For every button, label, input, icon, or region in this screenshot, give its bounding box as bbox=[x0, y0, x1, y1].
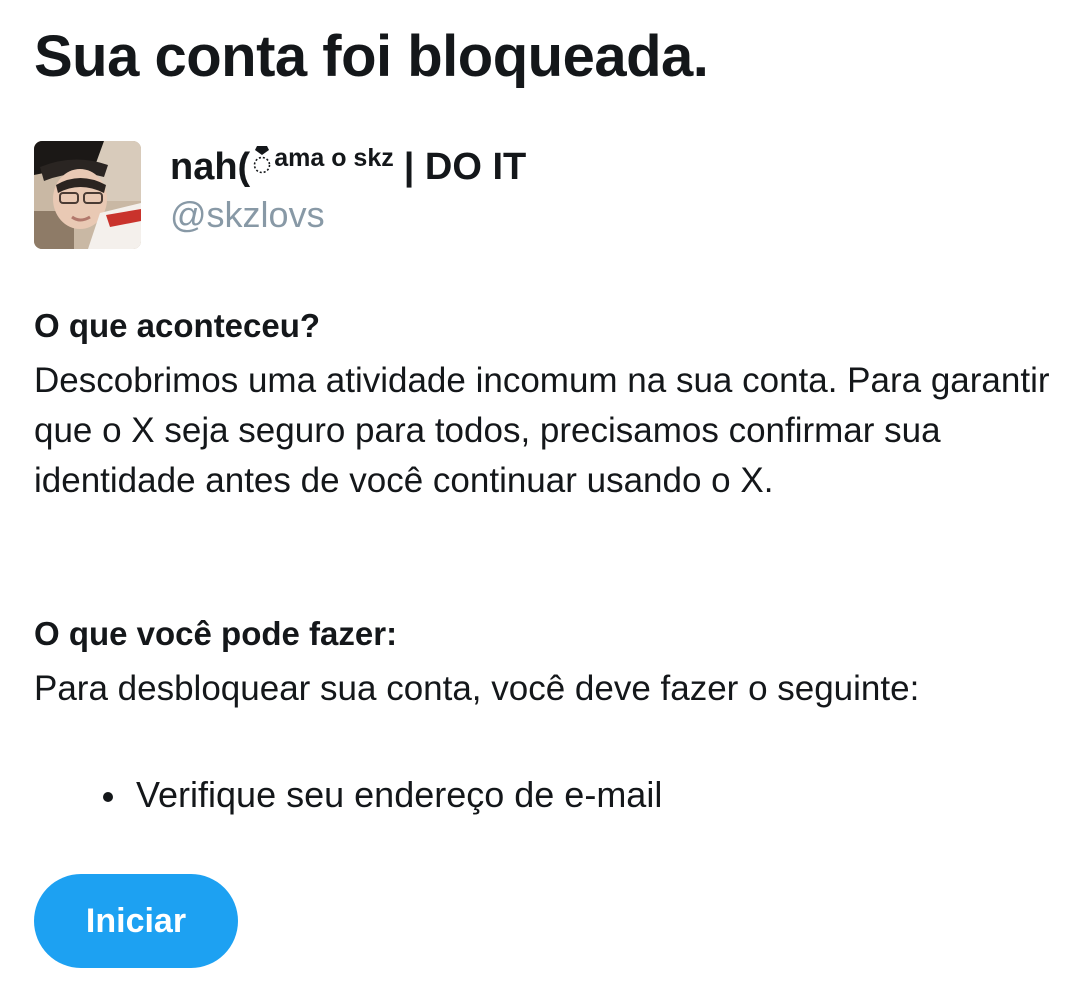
what-to-do-body: Para desbloquear sua conta, você deve fa… bbox=[34, 669, 920, 708]
what-happened-heading: O que aconteceu? bbox=[34, 307, 321, 344]
start-button[interactable]: Iniciar bbox=[34, 874, 238, 968]
ring-icon bbox=[252, 143, 272, 179]
display-name-suffix: | DO IT bbox=[403, 146, 527, 188]
list-item: Verifique seu endereço de e-mail bbox=[100, 770, 662, 820]
avatar bbox=[34, 141, 141, 249]
steps-list: Verifique seu endereço de e-mail bbox=[100, 770, 662, 820]
page-title: Sua conta foi bloqueada. bbox=[34, 24, 709, 89]
display-name: nah( ama o skz | DO IT bbox=[170, 143, 527, 189]
display-name-super: ama o skz bbox=[274, 144, 394, 172]
display-name-prefix: nah( bbox=[170, 146, 251, 188]
what-happened-body: Descobrimos uma atividade incomum na sua… bbox=[34, 361, 1050, 500]
bullet-icon bbox=[103, 792, 113, 802]
step-label: Verifique seu endereço de e-mail bbox=[136, 774, 663, 815]
account-handle: @skzlovs bbox=[170, 194, 325, 235]
what-to-do-heading: O que você pode fazer: bbox=[34, 615, 398, 652]
